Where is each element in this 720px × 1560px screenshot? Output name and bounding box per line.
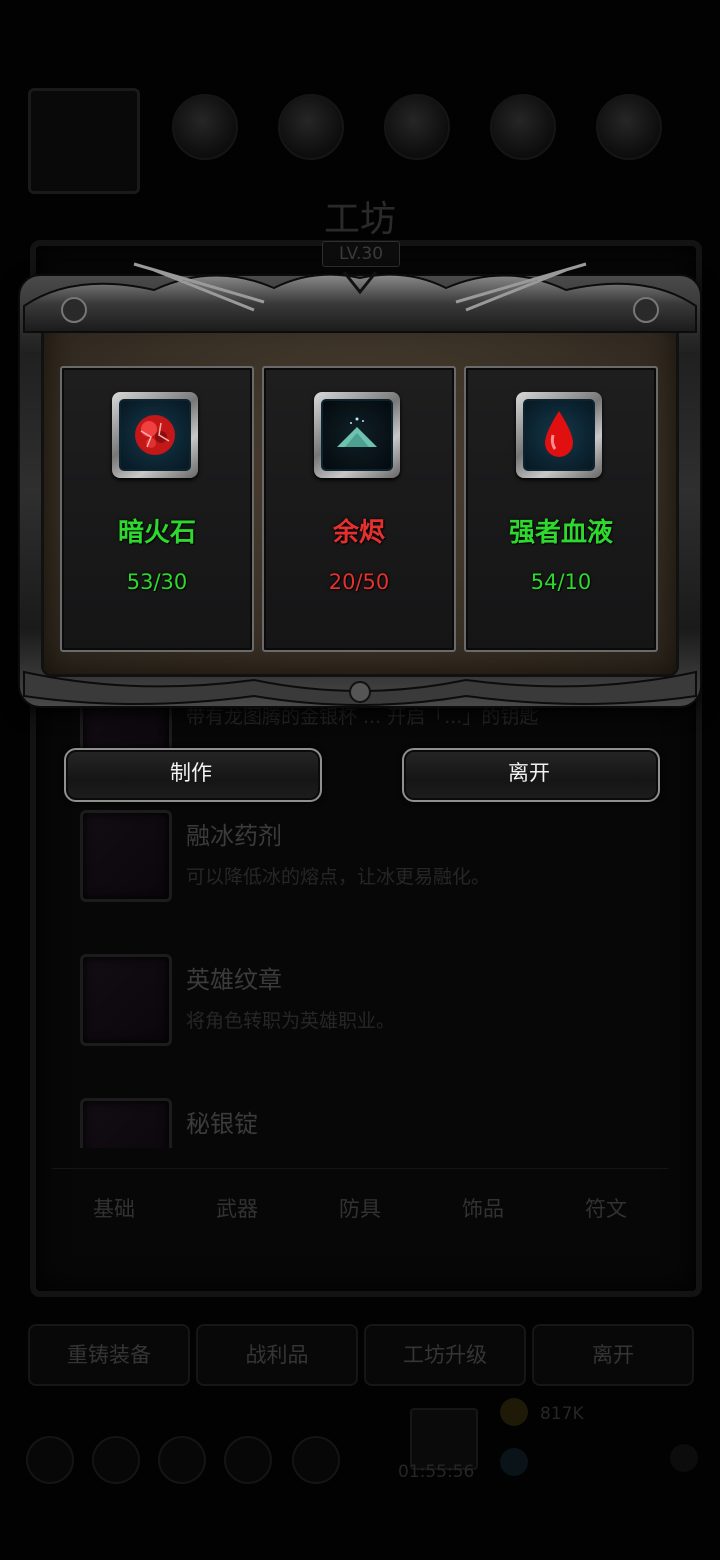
- potion-pot-icon: [80, 810, 172, 902]
- category-tabs: 基础 武器 防具 饰品 符文: [52, 1168, 668, 1241]
- resource-icon: [490, 94, 556, 160]
- tab-weapon[interactable]: 武器: [187, 1193, 287, 1223]
- menu-icon[interactable]: [292, 1436, 340, 1484]
- gem-icon: [500, 1448, 528, 1476]
- item-name: 秘银锭: [186, 1110, 258, 1138]
- leave-workshop-button[interactable]: 离开: [532, 1324, 694, 1386]
- list-item[interactable]: 英雄纹章 将角色转职为英雄职业。: [62, 954, 658, 1084]
- settings-icon[interactable]: [670, 1444, 698, 1472]
- menu-icon[interactable]: [158, 1436, 206, 1484]
- material-card: 强者血液 54/10: [464, 366, 658, 652]
- upgrade-workshop-button[interactable]: 工坊升级: [364, 1324, 526, 1386]
- player-portrait: [28, 88, 140, 194]
- material-dialog: 暗火石 53/30 余烬 20/50 强者血液 54/10: [14, 262, 706, 714]
- resource-icon: [172, 94, 238, 160]
- list-item[interactable]: 秘银锭: [62, 1098, 658, 1148]
- blood-drop-icon: [523, 399, 595, 471]
- material-count: 20/50: [328, 570, 390, 594]
- gift-timer: 01:55:56: [398, 1462, 475, 1482]
- material-card: 余烬 20/50: [262, 366, 456, 652]
- material-card: 暗火石 53/30: [60, 366, 254, 652]
- leave-button[interactable]: 离开: [396, 744, 662, 802]
- ember-pile-icon: [321, 399, 393, 471]
- workshop-title: 工坊: [323, 199, 396, 240]
- item-desc: 可以降低冰的熔点，让冰更易融化。: [186, 866, 491, 888]
- material-name: 强者血液: [508, 518, 613, 548]
- gift-box-icon[interactable]: [410, 1408, 478, 1470]
- gold-coin-icon: [500, 1398, 528, 1426]
- resource-icon: [278, 94, 344, 160]
- resource-icon: [596, 94, 662, 160]
- mithril-ingot-icon: [80, 1098, 172, 1148]
- reforge-button[interactable]: 重铸装备: [28, 1324, 190, 1386]
- craft-button-label: 制作: [170, 761, 212, 785]
- dialog-bottom-ornament: [23, 670, 697, 706]
- leave-button-label: 离开: [508, 761, 550, 785]
- item-name: 英雄纹章: [186, 966, 282, 994]
- material-count: 53/30: [126, 570, 188, 594]
- gold-value: 817K: [540, 1404, 584, 1424]
- tab-rune[interactable]: 符文: [556, 1193, 656, 1223]
- menu-icon[interactable]: [92, 1436, 140, 1484]
- red-crystal-icon: [119, 399, 191, 471]
- item-name: 融冰药剂: [186, 822, 282, 850]
- menu-icon[interactable]: [224, 1436, 272, 1484]
- material-name: 余烬: [332, 518, 385, 548]
- material-name: 暗火石: [117, 518, 196, 548]
- dialog-crest-ornament: [23, 262, 697, 333]
- hero-crest-icon: [80, 954, 172, 1046]
- tab-basic[interactable]: 基础: [64, 1193, 164, 1223]
- material-count: 54/10: [530, 570, 592, 594]
- list-item[interactable]: 融冰药剂 可以降低冰的熔点，让冰更易融化。: [62, 810, 658, 940]
- tab-armor[interactable]: 防具: [310, 1193, 410, 1223]
- item-desc: 将角色转职为英雄职业。: [186, 1010, 396, 1032]
- tab-accessory[interactable]: 饰品: [433, 1193, 533, 1223]
- menu-icon[interactable]: [26, 1436, 74, 1484]
- resource-icon: [384, 94, 450, 160]
- loot-button[interactable]: 战利品: [196, 1324, 358, 1386]
- craft-button[interactable]: 制作: [58, 744, 324, 802]
